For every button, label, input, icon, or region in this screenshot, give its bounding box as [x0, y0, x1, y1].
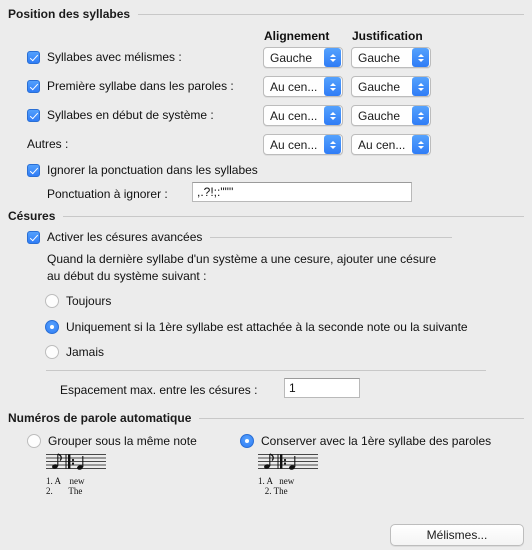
radio-option-group-same-note[interactable]: Grouper sous la même note [27, 434, 197, 448]
radio-only-if[interactable] [45, 320, 59, 334]
checkbox-melisma-syllables[interactable] [27, 50, 40, 64]
row-first-syllable[interactable]: Première syllabe dans les paroles : [27, 79, 234, 93]
checkbox-ignore-punctuation[interactable] [27, 163, 40, 177]
select-value: Gauche [270, 50, 313, 65]
radio-never[interactable] [45, 345, 59, 359]
checkbox-system-start-syllables[interactable] [27, 108, 40, 122]
section-rule [63, 215, 524, 217]
radio-option-always[interactable]: Toujours [45, 294, 111, 308]
chevron-updown-icon[interactable] [412, 106, 429, 125]
select-justification-others[interactable]: Au cen... [351, 134, 431, 155]
checkbox-first-syllable[interactable] [27, 79, 40, 93]
divider-cesures [46, 370, 486, 371]
select-value: Gauche [358, 50, 401, 65]
radio-keep-with-first-syllable[interactable] [240, 434, 254, 448]
radio-option-only-if[interactable]: Uniquement si la 1ère syllabe est attach… [45, 320, 468, 334]
label-ignore-punctuation: Ignorer la ponctuation dans les syllabes [47, 163, 258, 177]
label-group-same-note: Grouper sous la même note [48, 434, 197, 448]
section-title-position: Position des syllabes [8, 7, 131, 21]
section-rule [138, 13, 524, 15]
chevron-updown-icon[interactable] [324, 77, 341, 96]
select-alignment-system-start[interactable]: Au cen... [263, 105, 343, 126]
staff-notation-icon [46, 453, 106, 470]
lyric-line-1: 1. A new [258, 476, 295, 486]
row-melisma-syllables[interactable]: Syllabes avec mélismes : [27, 50, 182, 64]
radio-group-same-note[interactable] [27, 434, 41, 448]
row-enable-advanced-cesures[interactable]: Activer les césures avancées [27, 230, 452, 244]
label-punctuation-to-ignore: Ponctuation à ignorer : [47, 187, 168, 201]
section-title-verse-numbers: Numéros de parole automatique [8, 411, 192, 425]
select-justification-melisma[interactable]: Gauche [351, 47, 431, 68]
chevron-updown-icon[interactable] [324, 135, 341, 154]
chevron-updown-icon[interactable] [324, 48, 341, 67]
section-rule [210, 236, 452, 238]
chevron-updown-icon[interactable] [412, 135, 429, 154]
lyric-line-2: 2. The [258, 486, 288, 496]
melismes-button[interactable]: Mélismes... [390, 524, 524, 546]
section-header-verse-numbers: Numéros de parole automatique [8, 411, 524, 425]
music-example-keep-with-first-syllable: 1. A new 2. The [258, 452, 318, 496]
select-value: Au cen... [270, 137, 318, 152]
select-value: Au cen... [270, 79, 318, 94]
select-value: Au cen... [358, 137, 406, 152]
label-keep-with-first-syllable: Conserver avec la 1ère syllabe des parol… [261, 434, 492, 448]
checkbox-enable-advanced-cesures[interactable] [27, 230, 40, 244]
label-always: Toujours [66, 294, 112, 308]
select-alignment-others[interactable]: Au cen... [263, 134, 343, 155]
label-melisma-syllables: Syllabes avec mélismes : [47, 50, 182, 64]
column-header-justification: Justification [352, 29, 423, 43]
music-example-group-same-note: 1. A new 2. The [46, 452, 106, 496]
label-never: Jamais [66, 345, 105, 359]
label-first-syllable: Première syllabe dans les paroles : [47, 79, 234, 93]
select-alignment-melisma[interactable]: Gauche [263, 47, 343, 68]
label-max-spacing: Espacement max. entre les césures : [60, 383, 258, 397]
radio-always[interactable] [45, 294, 59, 308]
select-justification-system-start[interactable]: Gauche [351, 105, 431, 126]
radio-option-never[interactable]: Jamais [45, 345, 104, 359]
chevron-updown-icon[interactable] [412, 77, 429, 96]
label-enable-advanced-cesures: Activer les césures avancées [47, 230, 203, 244]
label-others: Autres : [27, 137, 69, 151]
input-punctuation-to-ignore[interactable]: ,.?!;:""'' [192, 182, 412, 202]
staff-notation-icon [258, 453, 318, 470]
select-value: Gauche [358, 108, 401, 123]
label-only-if: Uniquement si la 1ère syllabe est attach… [66, 320, 468, 334]
section-title-cesures: Césures [8, 209, 56, 223]
chevron-updown-icon[interactable] [324, 106, 341, 125]
cesures-description: Quand la dernière syllabe d'un système a… [47, 252, 437, 283]
select-value: Au cen... [270, 108, 318, 123]
column-header-alignment: Alignement [264, 29, 330, 43]
input-max-spacing[interactable]: 1 [284, 378, 360, 398]
select-justification-first-syllable[interactable]: Gauche [351, 76, 431, 97]
row-ignore-punctuation[interactable]: Ignorer la ponctuation dans les syllabes [27, 163, 258, 177]
row-system-start-syllables[interactable]: Syllabes en début de système : [27, 108, 214, 122]
section-header-cesures: Césures [8, 209, 524, 223]
select-alignment-first-syllable[interactable]: Au cen... [263, 76, 343, 97]
chevron-updown-icon[interactable] [412, 48, 429, 67]
lyric-line-2: 2. The [46, 486, 83, 496]
section-rule [199, 417, 524, 419]
label-system-start-syllables: Syllabes en début de système : [47, 108, 214, 122]
select-value: Gauche [358, 79, 401, 94]
lyric-line-1: 1. A new [46, 476, 85, 486]
radio-option-keep-with-first-syllable[interactable]: Conserver avec la 1ère syllabe des parol… [240, 434, 491, 448]
section-header-position: Position des syllabes [8, 7, 524, 21]
